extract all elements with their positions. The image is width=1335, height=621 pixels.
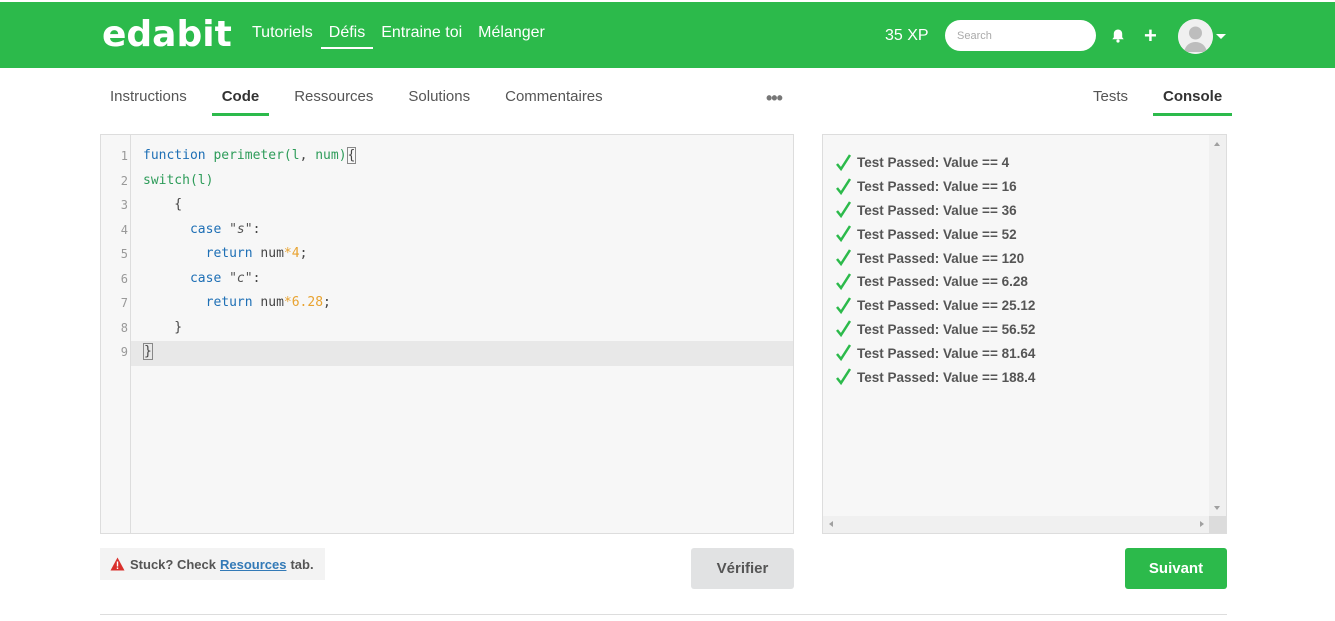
bell-icon[interactable] (1110, 28, 1126, 44)
code-text: case "s": (189, 221, 261, 237)
stuck-hint-prefix: Stuck? Check (130, 556, 216, 572)
chevron-down-icon[interactable] (1216, 34, 1226, 39)
code-editor[interactable]: 1 function perimeter(l, num){ 2 switch(l… (100, 134, 794, 534)
console-output: Test Passed: Value == 4 Test Passed: Val… (823, 135, 1210, 517)
code-line-current[interactable]: 9 } (121, 341, 793, 366)
code-line[interactable]: 6 case "c": (101, 268, 793, 293)
tab-ressources[interactable]: Ressources (284, 88, 383, 116)
test-result-text: Test Passed: Value == 120 (857, 250, 1025, 266)
next-button[interactable]: Suivant (1125, 548, 1227, 589)
test-result-text: Test Passed: Value == 36 (857, 202, 1017, 218)
test-result-text: Test Passed: Value == 16 (857, 179, 1017, 195)
check-icon (836, 249, 851, 267)
tab-solutions[interactable]: Solutions (398, 88, 480, 116)
scroll-up-icon[interactable] (1214, 142, 1220, 146)
scrollbar-corner (1209, 516, 1226, 533)
horizontal-scrollbar[interactable] (823, 516, 1210, 533)
tab-commentaires[interactable]: Commentaires (495, 88, 613, 116)
code-line[interactable]: 4 case "s": (101, 219, 793, 244)
test-result-text: Test Passed: Value == 25.12 (857, 298, 1036, 314)
main-nav: Tutoriels Défis Entraine toi Mélanger (252, 24, 561, 49)
avatar[interactable] (1178, 19, 1213, 54)
search-input[interactable] (945, 20, 1096, 51)
test-result: Test Passed: Value == 120 (823, 246, 1210, 270)
test-result: Test Passed: Value == 4 (823, 151, 1210, 175)
code-text: } (143, 343, 153, 360)
test-result: Test Passed: Value == 56.52 (823, 318, 1210, 342)
nav-entraine-toi[interactable]: Entraine toi (381, 24, 462, 49)
test-result: Test Passed: Value == 25.12 (823, 294, 1210, 318)
line-number: 4 (120, 222, 128, 237)
line-number: 5 (120, 247, 128, 261)
check-icon (836, 273, 851, 291)
xp-counter: 35 XP (885, 27, 929, 44)
top-navbar: edabit Tutoriels Défis Entraine toi Méla… (0, 0, 1335, 68)
code-text: return num*6.28; (205, 295, 331, 310)
tab-console[interactable]: Console (1153, 88, 1233, 116)
stuck-hint: Stuck? Check Resources tab. (100, 548, 325, 580)
line-number: 7 (120, 296, 128, 310)
code-line[interactable]: 1 function perimeter(l, num){ (101, 145, 793, 170)
challenge-tabs: Instructions Code Ressources Solutions C… (100, 88, 628, 116)
output-tabs: Tests Console (1083, 88, 1233, 116)
check-icon (836, 201, 851, 219)
stuck-hint-suffix: tab. (290, 556, 314, 572)
code-text: return num*4; (205, 246, 308, 261)
test-result: Test Passed: Value == 81.64 (823, 341, 1210, 365)
line-number: 3 (120, 198, 128, 212)
code-line[interactable]: 5 return num*4; (101, 243, 793, 268)
test-result-text: Test Passed: Value == 188.4 (857, 369, 1036, 385)
code-text: } (143, 319, 183, 335)
console-panel[interactable]: Test Passed: Value == 4 Test Passed: Val… (822, 134, 1227, 534)
test-result: Test Passed: Value == 52 (823, 222, 1210, 246)
line-number: 2 (120, 173, 128, 188)
check-icon (836, 178, 851, 195)
line-number: 9 (120, 345, 128, 359)
divider (100, 614, 1227, 615)
scroll-right-icon[interactable] (1200, 521, 1204, 527)
tab-tests[interactable]: Tests (1083, 88, 1138, 116)
test-result: Test Passed: Value == 16 (823, 175, 1210, 199)
scroll-left-icon[interactable] (829, 521, 833, 527)
code-line[interactable]: 3 { (101, 194, 793, 219)
code-text: switch(l) (143, 172, 214, 188)
test-result-text: Test Passed: Value == 6.28 (857, 274, 1028, 290)
check-icon (836, 320, 851, 338)
code-text: function perimeter(l, num){ (143, 147, 357, 164)
nav-tutoriels[interactable]: Tutoriels (252, 24, 313, 49)
test-result-text: Test Passed: Value == 56.52 (857, 321, 1036, 337)
warning-icon (110, 557, 125, 571)
edabit-logo[interactable]: edabit (102, 14, 232, 55)
test-result-text: Test Passed: Value == 4 (857, 155, 1010, 171)
test-result: Test Passed: Value == 6.28 (823, 270, 1210, 294)
tab-code[interactable]: Code (211, 88, 270, 116)
line-number: 6 (120, 271, 128, 286)
nav-defis[interactable]: Défis (320, 24, 374, 49)
verify-button[interactable]: Vérifier (691, 548, 794, 589)
check-icon (836, 344, 851, 362)
code-line[interactable]: 2 switch(l) (101, 170, 793, 195)
test-result: Test Passed: Value == 188.4 (823, 365, 1210, 389)
code-line[interactable]: 7 return num*6.28; (101, 292, 793, 317)
test-result-text: Test Passed: Value == 52 (857, 226, 1017, 242)
nav-melanger[interactable]: Mélanger (478, 24, 545, 49)
resources-link[interactable]: Resources (220, 557, 286, 572)
test-result-text: Test Passed: Value == 81.64 (857, 345, 1036, 361)
check-icon (836, 296, 851, 314)
line-number: 8 (120, 320, 128, 335)
code-text: case "c": (189, 270, 261, 286)
code-text: { (143, 197, 183, 212)
line-number: 1 (120, 149, 128, 163)
scroll-down-icon[interactable] (1214, 506, 1220, 510)
check-icon (836, 225, 851, 243)
more-options-icon[interactable]: ••• (766, 88, 783, 109)
check-icon (836, 154, 851, 172)
plus-icon[interactable]: + (1144, 25, 1157, 47)
test-result: Test Passed: Value == 36 (823, 199, 1210, 223)
user-silhouette-icon (1178, 19, 1213, 54)
tab-instructions[interactable]: Instructions (100, 88, 197, 116)
vertical-scrollbar[interactable] (1209, 135, 1226, 517)
check-icon (836, 368, 851, 386)
code-line[interactable]: 8 } (101, 317, 793, 342)
